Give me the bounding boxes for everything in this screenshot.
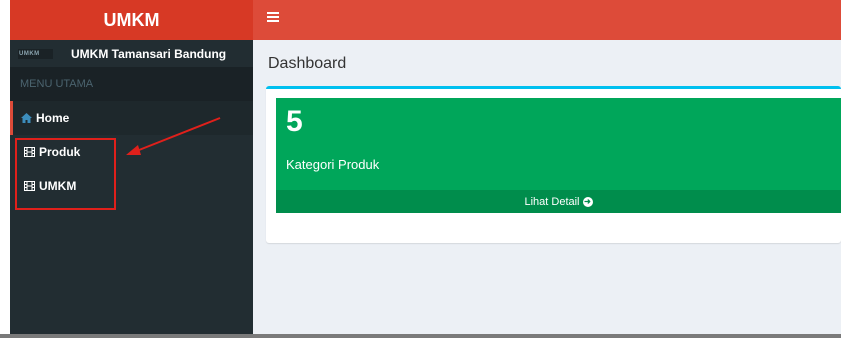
- screenshot-frame: UMKM UMKM UMKM Tamansari Bandung MENU UT…: [0, 0, 841, 338]
- window-bottom-edge: [0, 334, 841, 338]
- annotation-arrow: [126, 117, 221, 155]
